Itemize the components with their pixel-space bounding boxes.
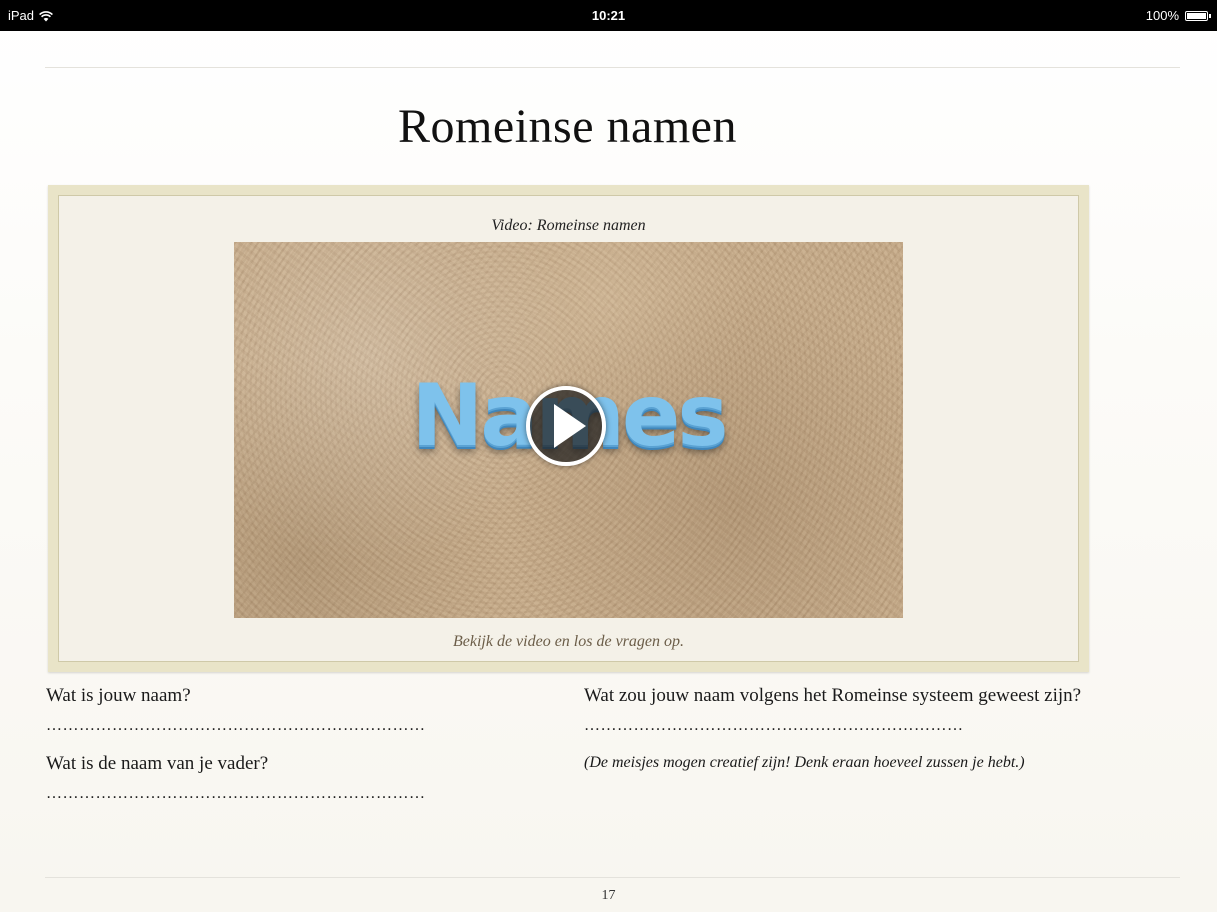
top-divider [45, 67, 1180, 68]
status-bar: iPad 10:21 100% [0, 0, 1217, 31]
video-widget: Video: Romeinse namen Names Bekijk de vi… [48, 185, 1089, 672]
status-time: 10:21 [591, 8, 626, 23]
answer-line-own-name[interactable]: …………………………………………………………… [46, 717, 426, 735]
page-title: Romeinse namen [398, 100, 737, 153]
battery-fill [1187, 12, 1206, 19]
bottom-divider [45, 877, 1180, 878]
video-poster[interactable]: Names [234, 242, 903, 618]
question-note: (De meisjes mogen creatief zijn! Denk er… [584, 754, 1025, 771]
status-right: 100% [1145, 8, 1211, 23]
page-number: 17 [601, 888, 616, 903]
play-icon [554, 404, 586, 448]
battery-tip [1209, 13, 1211, 18]
question-father-name: Wat is de naam van je vader? [46, 753, 269, 774]
answer-line-father-name[interactable]: …………………………………………………………… [46, 785, 426, 803]
answer-line-roman-name[interactable]: …………………………………………………………… [584, 717, 964, 735]
battery-percentage: 100% [1145, 8, 1179, 23]
question-roman-name: Wat zou jouw naam volgens het Romeinse s… [584, 685, 1082, 706]
question-own-name: Wat is jouw naam? [46, 685, 191, 706]
play-button[interactable] [526, 386, 606, 466]
video-instruction: Bekijk de video en los de vragen op. [452, 633, 685, 650]
video-caption: Video: Romeinse namen [491, 217, 646, 234]
battery-icon [1185, 10, 1211, 21]
